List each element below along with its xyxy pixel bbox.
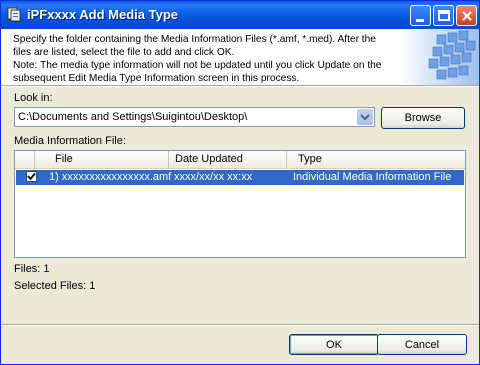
column-header-check[interactable] <box>15 151 35 168</box>
media-file-list[interactable]: File Date Updated Type 1) xxxxxxxxxxxxxx… <box>14 150 466 258</box>
column-header-file[interactable]: File <box>35 151 169 168</box>
files-count: Files: 1 <box>14 263 50 275</box>
table-row[interactable]: 1) xxxxxxxxxxxxxxxx.amf xxxx/xx/xx xx:xx… <box>16 170 464 185</box>
instruction-line: Note: The media type information will no… <box>13 60 382 71</box>
maximize-button[interactable] <box>433 5 454 26</box>
row-checkbox[interactable] <box>26 171 37 182</box>
date-updated-cell: xxxx/xx/xx xx:xx <box>174 171 253 183</box>
media-information-file-label: Media Information File: <box>14 135 126 147</box>
type-cell: Individual Media Information File <box>293 171 452 183</box>
cancel-button[interactable]: Cancel <box>377 334 467 355</box>
close-button[interactable] <box>456 5 477 26</box>
file-name-cell: 1) xxxxxxxxxxxxxxxx.amf <box>49 171 172 183</box>
look-in-combobox[interactable]: C:\Documents and Settings\Suigintou\Desk… <box>14 107 375 127</box>
media-cubes-decoration-icon <box>399 29 479 85</box>
instruction-line: subsequent Edit Media Type Information s… <box>13 73 300 84</box>
chevron-down-icon[interactable] <box>357 109 373 125</box>
instruction-line: files are listed, select the file to add… <box>13 47 235 58</box>
column-header-date-updated[interactable]: Date Updated <box>169 151 287 168</box>
look-in-path-value: C:\Documents and Settings\Suigintou\Desk… <box>18 111 248 123</box>
window-title: iPFxxxx Add Media Type <box>27 7 178 22</box>
list-header: File Date Updated Type <box>15 151 465 169</box>
selected-files-count: Selected Files: 1 <box>14 280 96 292</box>
printer-app-icon <box>7 7 21 22</box>
instruction-line: Specify the folder containing the Media … <box>13 34 376 45</box>
column-header-type[interactable]: Type <box>287 151 465 168</box>
title-bar[interactable]: iPFxxxx Add Media Type <box>1 1 479 29</box>
footer-divider-highlight <box>1 325 479 326</box>
instruction-header: Specify the folder containing the Media … <box>1 29 479 85</box>
add-media-type-dialog: iPFxxxx Add Media Type Specify the folde… <box>0 0 480 365</box>
ok-button[interactable]: OK <box>289 334 379 355</box>
look-in-label: Look in: <box>14 92 53 104</box>
browse-button[interactable]: Browse <box>381 107 465 129</box>
header-divider-highlight <box>1 86 479 87</box>
minimize-button[interactable] <box>410 5 431 26</box>
instruction-text: Specify the folder containing the Media … <box>13 33 393 85</box>
